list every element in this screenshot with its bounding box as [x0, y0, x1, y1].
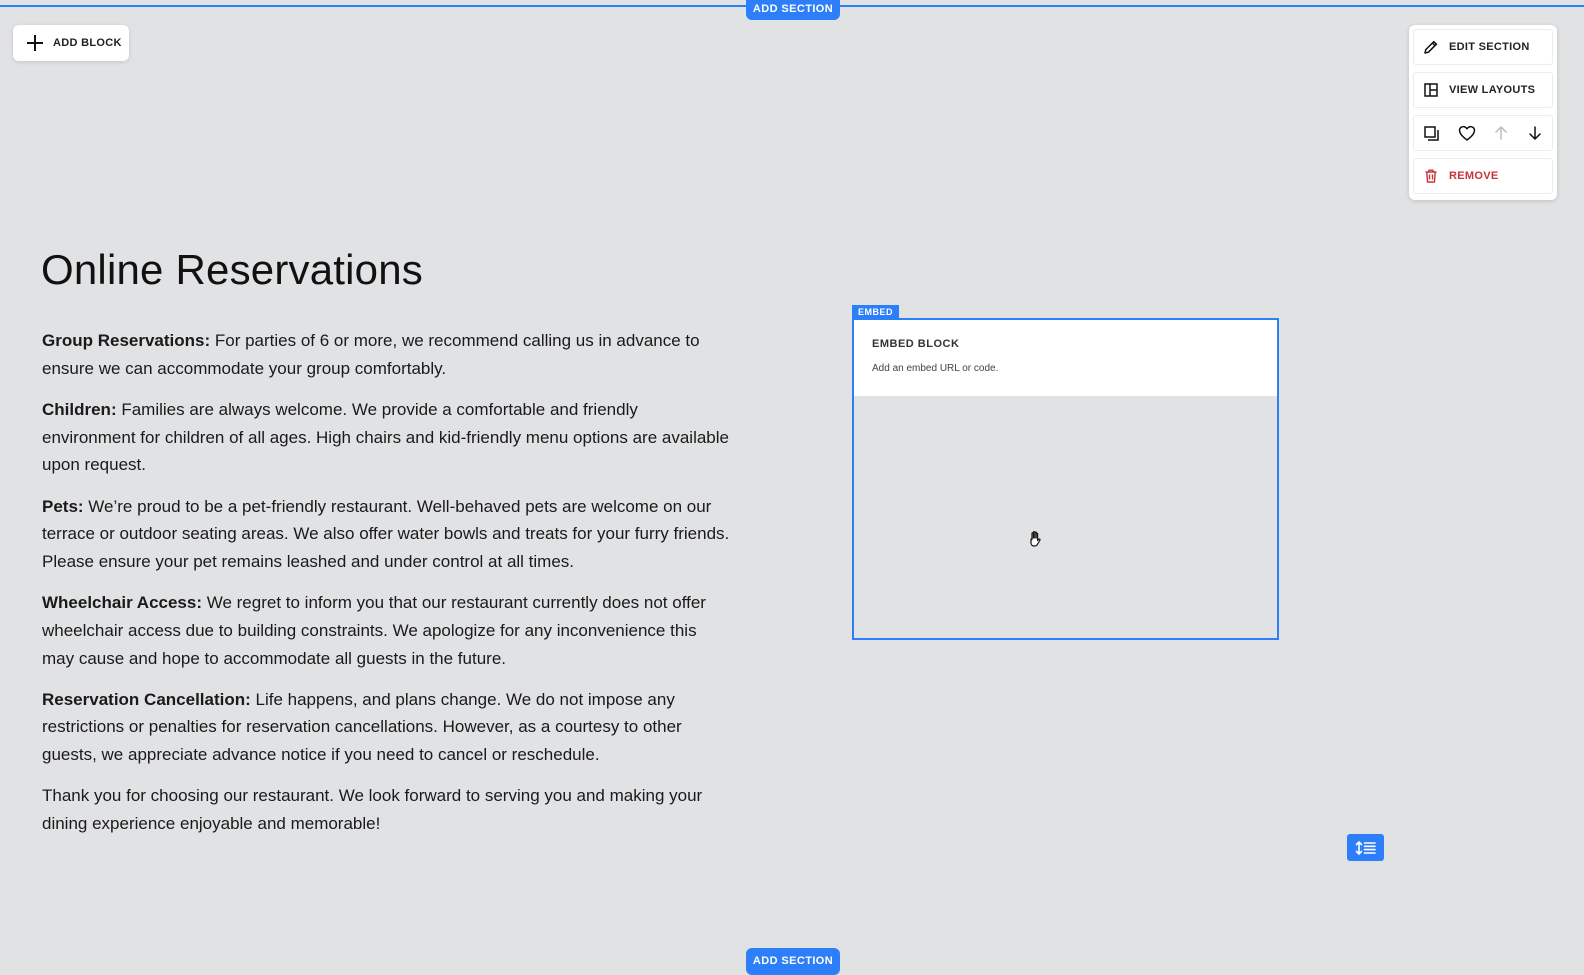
- embed-tag: EMBED: [852, 305, 900, 319]
- paragraph-wheelchair-access: Wheelchair Access: We regret to inform y…: [42, 589, 732, 672]
- pencil-icon: [1423, 39, 1439, 55]
- section-spacing-button[interactable]: [1347, 834, 1384, 861]
- section-actions-row: [1413, 115, 1553, 151]
- paragraph-text: We’re proud to be a pet-friendly restaur…: [42, 496, 730, 571]
- grab-cursor-icon: [1026, 529, 1046, 549]
- embed-block[interactable]: EMBED BLOCK Add an embed URL or code.: [852, 318, 1279, 640]
- paragraph-label: Pets:: [42, 496, 84, 516]
- paragraph-label: Reservation Cancellation:: [42, 689, 251, 709]
- view-layouts-button[interactable]: VIEW LAYOUTS: [1413, 72, 1553, 108]
- embed-block-title: EMBED BLOCK: [872, 338, 960, 350]
- arrow-down-icon[interactable]: [1527, 125, 1543, 141]
- add-section-button-top[interactable]: ADD SECTION: [746, 0, 840, 20]
- layout-icon: [1423, 82, 1439, 98]
- remove-label: REMOVE: [1449, 170, 1499, 182]
- paragraph-pets: Pets: We’re proud to be a pet-friendly r…: [42, 493, 732, 576]
- line-spacing-icon: [1355, 840, 1377, 856]
- view-layouts-label: VIEW LAYOUTS: [1449, 84, 1536, 96]
- paragraph-text: Families are always welcome. We provide …: [42, 399, 729, 475]
- section-toolbar: EDIT SECTION VIEW LAYOUTS REMOVE: [1409, 25, 1557, 200]
- arrow-up-icon[interactable]: [1493, 125, 1509, 141]
- embed-block-description: Add an embed URL or code.: [872, 363, 999, 374]
- paragraph-label: Group Reservations:: [42, 331, 211, 350]
- add-section-button-bottom[interactable]: ADD SECTION: [746, 948, 840, 975]
- paragraph-closing: Thank you for choosing our restaurant. W…: [42, 786, 703, 834]
- add-block-button[interactable]: ADD BLOCK: [13, 25, 129, 61]
- page-title: Online Reservations: [41, 246, 423, 293]
- trash-icon: [1423, 168, 1439, 184]
- text-block[interactable]: Group Reservations: For parties of 6 or …: [42, 327, 732, 851]
- duplicate-icon[interactable]: [1423, 125, 1440, 142]
- edit-section-button[interactable]: EDIT SECTION: [1413, 29, 1553, 65]
- paragraph-label: Wheelchair Access:: [42, 593, 202, 613]
- plus-icon: [27, 35, 43, 51]
- paragraph-reservation-cancellation: Reservation Cancellation: Life happens, …: [42, 686, 732, 769]
- add-block-label: ADD BLOCK: [53, 37, 122, 49]
- embed-placeholder-card[interactable]: EMBED BLOCK Add an embed URL or code.: [854, 320, 1277, 396]
- edit-section-label: EDIT SECTION: [1449, 41, 1530, 53]
- remove-section-button[interactable]: REMOVE: [1413, 158, 1553, 194]
- paragraph-group-reservations: Group Reservations: For parties of 6 or …: [42, 327, 732, 382]
- paragraph-label: Children:: [42, 399, 117, 419]
- heart-icon[interactable]: [1458, 125, 1476, 142]
- paragraph-children: Children: Families are always welcome. W…: [42, 396, 732, 479]
